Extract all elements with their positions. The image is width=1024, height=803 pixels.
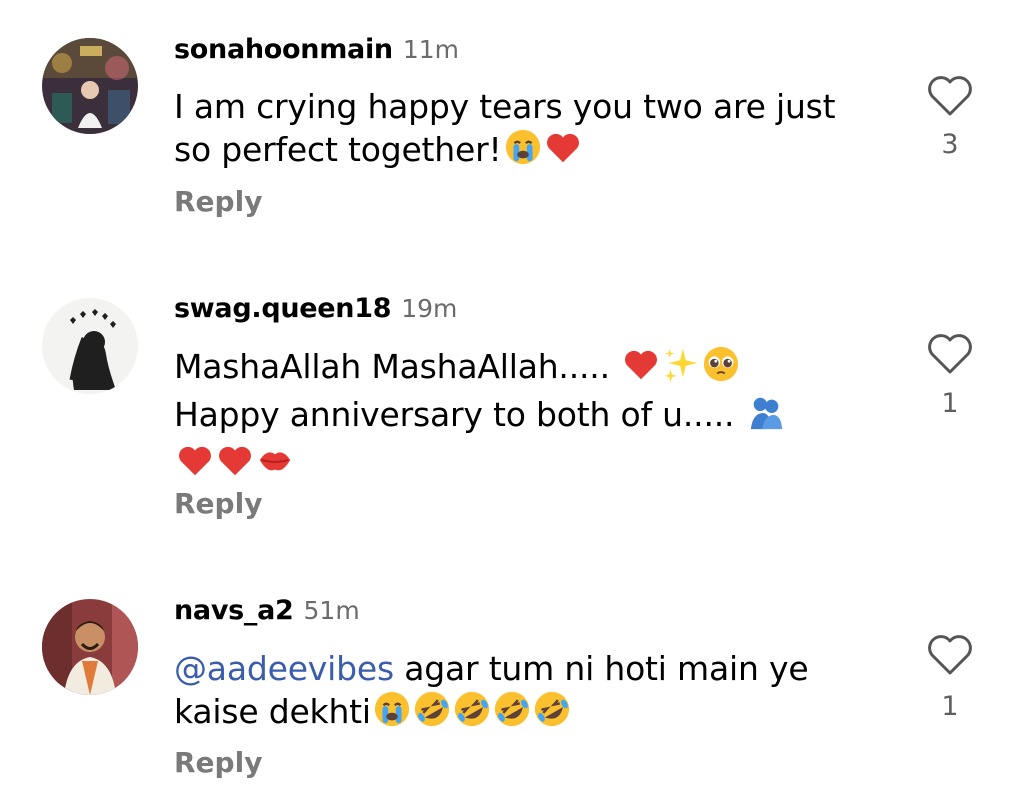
avatar-image: [42, 599, 138, 695]
like-heart-icon[interactable]: [926, 633, 974, 677]
comment-item: navs_a2 51m @aadeevibes agar tum ni hoti…: [0, 0, 1024, 803]
like-count: 1: [941, 691, 959, 722]
comment-line: kaise dekhti: [174, 690, 874, 738]
rofl-face-icon: [533, 690, 571, 738]
mention-link[interactable]: @aadeevibes: [174, 649, 394, 688]
loudly-crying-face-icon: [373, 690, 411, 738]
rofl-face-icon: [493, 690, 531, 738]
comment-line: @aadeevibes agar tum ni hoti main ye: [174, 649, 809, 688]
reply-button[interactable]: Reply: [174, 746, 262, 779]
avatar[interactable]: [42, 599, 138, 695]
comment-text: @aadeevibes agar tum ni hoti main ye kai…: [174, 647, 874, 738]
comment-header: navs_a2 51m: [174, 595, 360, 631]
rofl-face-icon: [453, 690, 491, 738]
username[interactable]: navs_a2: [174, 595, 294, 626]
rofl-face-icon: [413, 690, 451, 738]
timestamp: 51m: [303, 596, 360, 625]
